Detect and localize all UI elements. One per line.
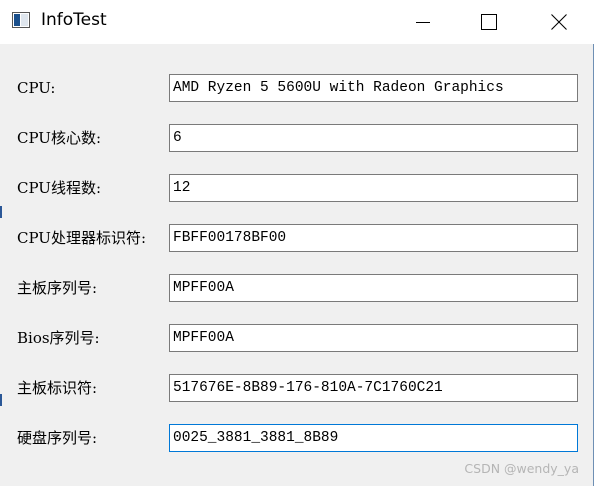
cpu-threads-label: CPU线程数: [17,179,102,197]
edge-mark [0,394,2,406]
disk-serial-field[interactable] [169,424,578,452]
cpu-label: CPU: [17,79,56,97]
cpu-cores-field[interactable] [169,124,578,152]
close-icon [551,14,567,30]
cpu-threads-field[interactable] [169,174,578,202]
title-bar[interactable]: InfoTest [0,0,594,44]
window-title: InfoTest [41,10,107,30]
motherboard-serial-field[interactable] [169,274,578,302]
motherboard-id-field[interactable] [169,374,578,402]
maximize-icon [481,14,497,30]
bios-serial-field[interactable] [169,324,578,352]
watermark: CSDN @wendy_ya [464,461,579,476]
application-window-icon [12,12,30,28]
minimize-icon [416,15,430,29]
maximize-button[interactable] [466,0,512,44]
cpu-field[interactable] [169,74,578,102]
close-button[interactable] [536,0,582,44]
minimize-button[interactable] [400,0,446,44]
app-window: InfoTest CPU: CPU核心数: CPU线程数: CPU [0,0,594,486]
cpu-cores-label: CPU核心数: [17,129,102,147]
motherboard-id-label: 主板标识符: [17,379,98,397]
bios-serial-label: Bios序列号: [17,329,100,347]
edge-mark [0,206,2,218]
cpu-processor-id-field[interactable] [169,224,578,252]
disk-serial-label: 硬盘序列号: [17,429,98,447]
cpu-processor-id-label: CPU处理器标识符: [17,229,147,247]
motherboard-serial-label: 主板序列号: [17,279,98,297]
